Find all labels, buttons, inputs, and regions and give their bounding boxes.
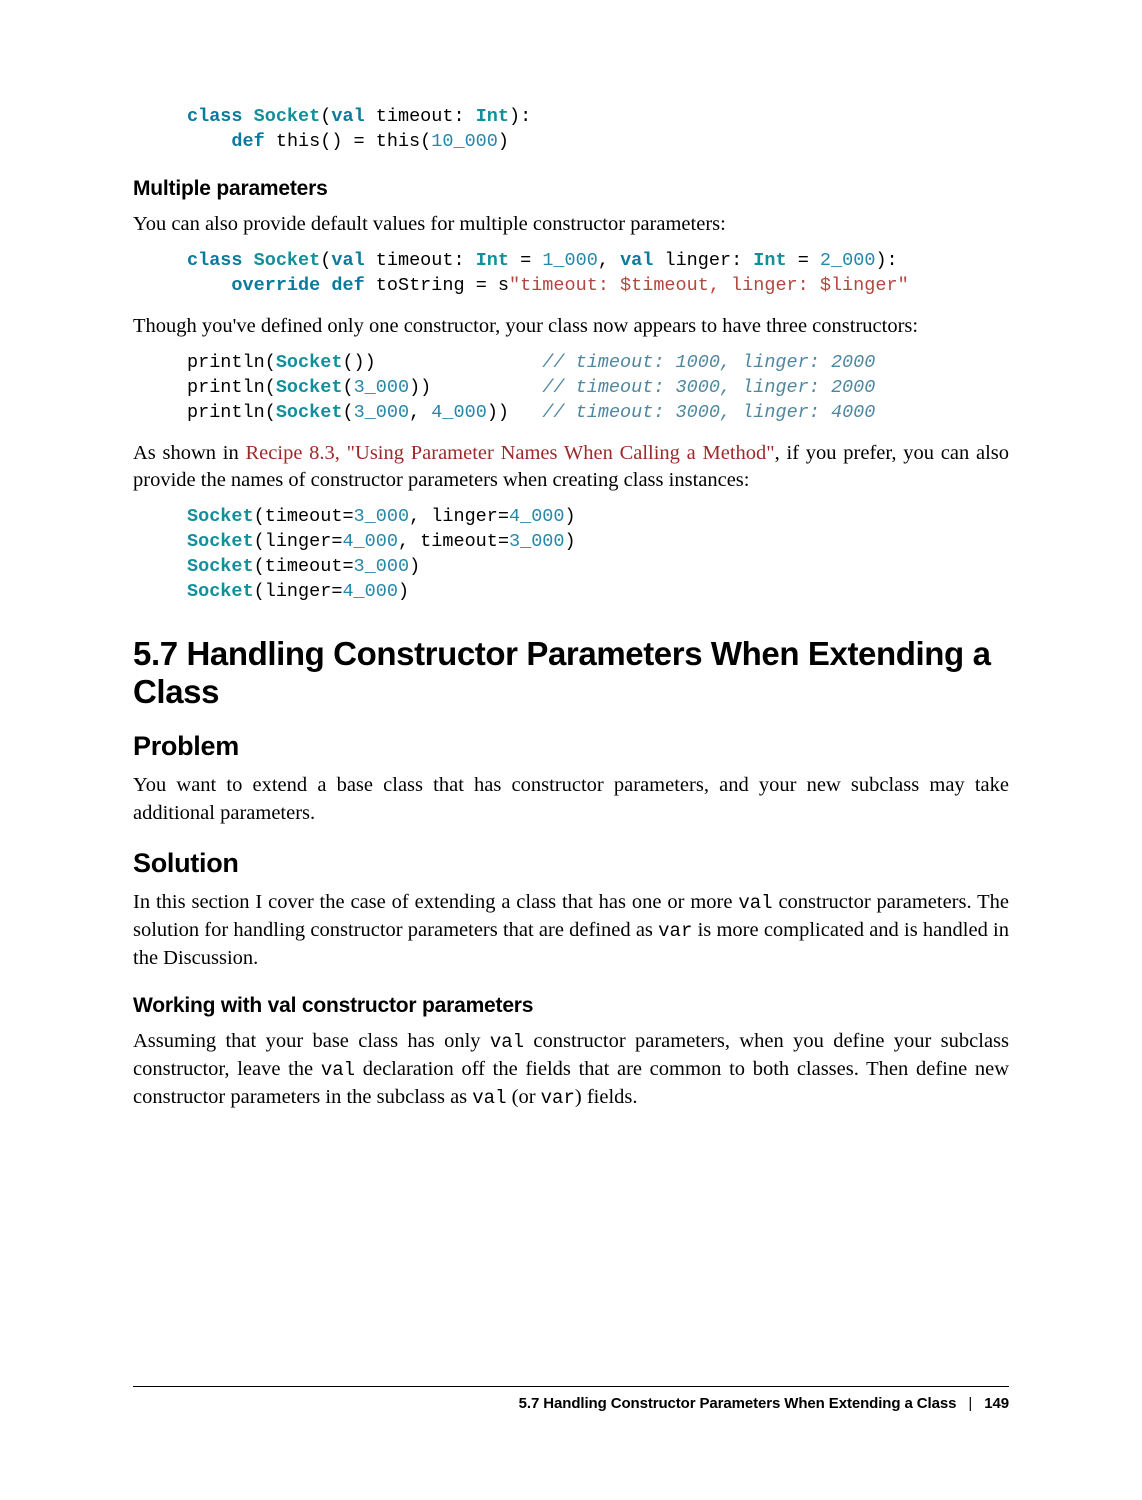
paragraph-working: Assuming that your base class has only v… — [133, 1028, 1009, 1112]
page: class Socket(val timeout: Int): def this… — [0, 0, 1142, 1500]
paragraph-asshown: As shown in Recipe 8.3, "Using Parameter… — [133, 440, 1009, 496]
heading-solution: Solution — [133, 848, 1009, 879]
class-name: Socket — [254, 106, 321, 127]
code-val: val — [738, 892, 772, 914]
recipe-link[interactable]: Recipe 8.3, "Using Parameter Names When … — [246, 442, 775, 464]
footer-page-number: 149 — [984, 1395, 1009, 1412]
code-block-4: Socket(timeout=3_000, linger=4_000) Sock… — [187, 505, 1009, 605]
paragraph-solution: In this section I cover the case of exte… — [133, 889, 1009, 973]
code-block-1: class Socket(val timeout: Int): def this… — [187, 105, 1009, 155]
footer-separator: | — [968, 1395, 972, 1412]
code-block-3: println(Socket()) // timeout: 1000, ling… — [187, 351, 1009, 426]
footer-title: 5.7 Handling Constructor Parameters When… — [519, 1395, 957, 1412]
section-heading: 5.7 Handling Constructor Parameters When… — [133, 635, 1009, 711]
paragraph-multi: You can also provide default values for … — [133, 211, 1009, 239]
heading-problem: Problem — [133, 731, 1009, 762]
kw-class: class — [187, 106, 243, 127]
heading-working-val: Working with val constructor parameters — [133, 994, 1009, 1018]
code-block-2: class Socket(val timeout: Int = 1_000, v… — [187, 249, 1009, 299]
code-var: var — [658, 920, 692, 942]
paragraph-though: Though you've defined only one construct… — [133, 313, 1009, 341]
heading-multiple-parameters: Multiple parameters — [133, 177, 1009, 201]
paragraph-problem: You want to extend a base class that has… — [133, 772, 1009, 828]
page-footer: 5.7 Handling Constructor Parameters When… — [133, 1386, 1009, 1412]
